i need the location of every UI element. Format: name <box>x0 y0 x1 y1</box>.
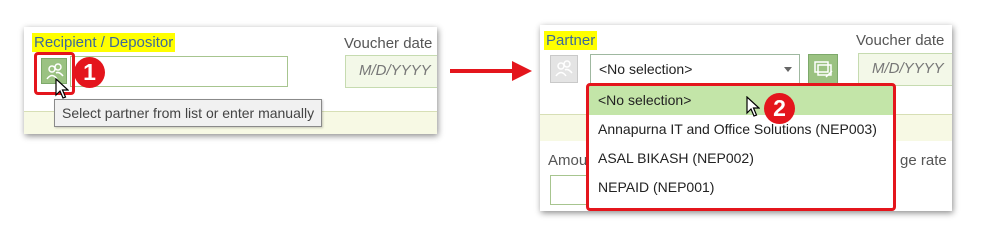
amount-label-partial: Amou <box>548 152 588 169</box>
step-badge-1: 1 <box>74 57 105 88</box>
voucher-date-label: Voucher date <box>344 35 433 52</box>
voucher-date-input[interactable]: M/D/YYYY <box>345 55 437 88</box>
flow-arrow-icon <box>450 61 532 81</box>
mouse-cursor-icon <box>55 78 69 99</box>
voucher-date-label-right: Voucher date <box>856 32 945 49</box>
exchange-rate-label-partial: ge rate <box>900 152 947 169</box>
select-partner-button-inactive[interactable] <box>550 55 578 83</box>
highlight-box-dropdown <box>586 83 896 211</box>
partner-select-value: <No selection> <box>599 61 693 77</box>
manual-entry-button[interactable] <box>808 54 838 84</box>
voucher-date-input-right[interactable]: M/D/YYYY <box>858 53 952 86</box>
partner-button-tooltip: Select partner from list or enter manual… <box>54 99 323 127</box>
partner-select[interactable]: <No selection> <box>590 54 800 84</box>
amount-input-partial[interactable] <box>550 175 590 205</box>
partners-icon <box>555 60 573 77</box>
edit-card-icon <box>814 61 833 78</box>
recipient-depositor-label: Recipient / Depositor <box>32 33 176 52</box>
partner-label: Partner <box>544 31 598 50</box>
chevron-down-icon[interactable] <box>784 67 792 72</box>
mouse-cursor-icon <box>746 96 760 117</box>
step-badge-2: 2 <box>764 93 795 124</box>
